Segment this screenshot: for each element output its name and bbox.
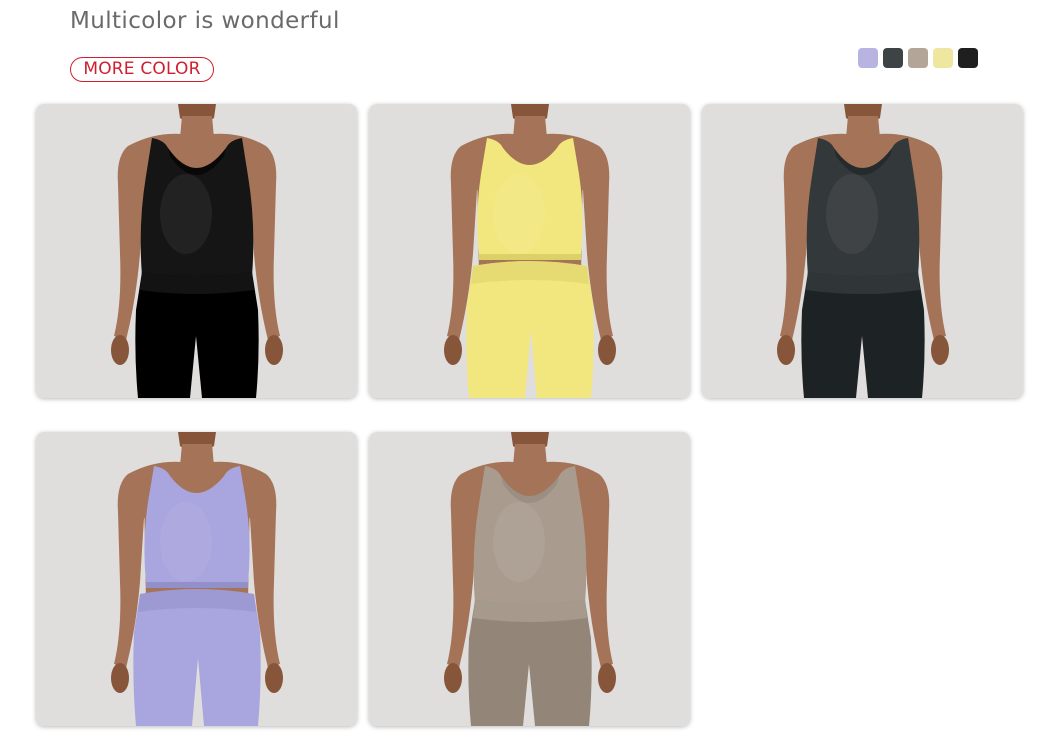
product-image-black-set xyxy=(36,104,357,398)
product-image-yellow-set xyxy=(369,104,690,398)
swatch-butter-yellow[interactable] xyxy=(933,48,953,68)
product-card-lavender[interactable] xyxy=(36,432,357,726)
section-title: Multicolor is wonderful xyxy=(70,8,340,34)
swatch-charcoal[interactable] xyxy=(883,48,903,68)
color-swatch-group xyxy=(858,48,978,68)
product-card-charcoal[interactable] xyxy=(702,104,1023,398)
product-card-yellow[interactable] xyxy=(369,104,690,398)
product-card-taupe[interactable] xyxy=(369,432,690,726)
product-image-lavender-set xyxy=(36,432,357,726)
swatch-lavender[interactable] xyxy=(858,48,878,68)
more-color-button[interactable]: MORE COLOR xyxy=(70,57,214,82)
product-card-black[interactable] xyxy=(36,104,357,398)
product-image-taupe-set xyxy=(369,432,690,726)
swatch-taupe[interactable] xyxy=(908,48,928,68)
product-image-charcoal-set xyxy=(702,104,1023,398)
swatch-black[interactable] xyxy=(958,48,978,68)
